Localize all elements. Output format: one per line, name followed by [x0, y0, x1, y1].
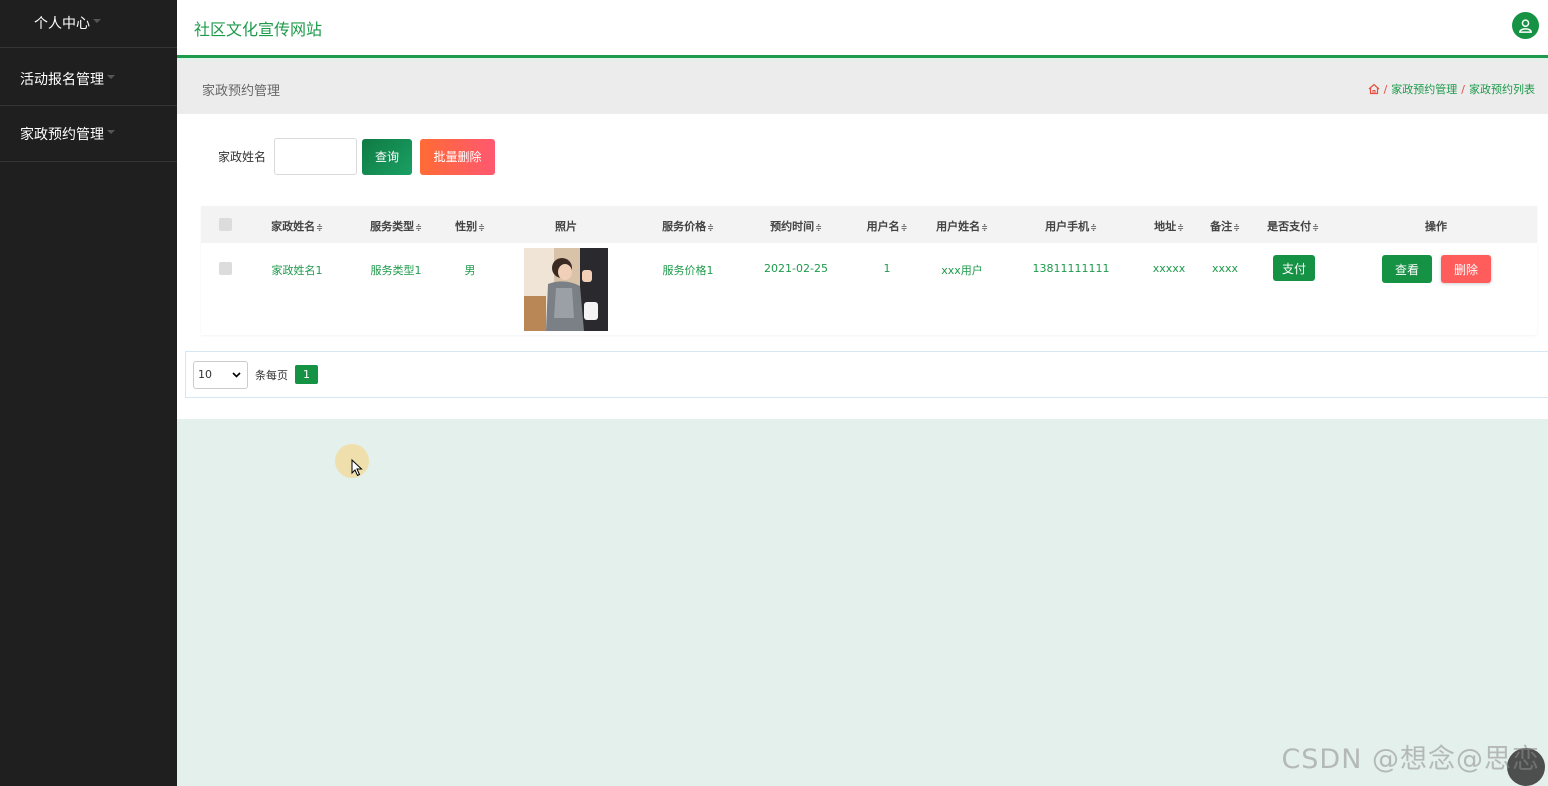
user-menu-button[interactable] [1512, 12, 1539, 39]
breadcrumb-separator: / [1461, 82, 1465, 96]
column-header-actions: 操作 [1425, 220, 1447, 233]
column-header-name[interactable]: 家政姓名≑ [271, 218, 323, 234]
sort-icon: ≑ [1233, 223, 1240, 232]
column-label: 用户姓名 [936, 220, 981, 233]
column-header-phone[interactable]: 用户手机≑ [1045, 218, 1097, 234]
chevron-down-icon [93, 19, 101, 23]
page-size-select[interactable]: 10 [193, 360, 248, 389]
column-label: 服务类型 [370, 220, 415, 233]
sort-icon: ≑ [900, 223, 908, 232]
column-label: 是否支付 [1267, 220, 1312, 233]
column-header-service-type[interactable]: 服务类型≑ [370, 218, 422, 234]
sidebar: 个人中心 活动报名管理 家政预约管理 [0, 0, 177, 786]
name-search-input[interactable] [274, 138, 358, 175]
column-header-time[interactable]: 预约时间≑ [770, 218, 822, 234]
cell-gender: 男 [464, 264, 476, 277]
sort-icon: ≑ [981, 223, 988, 232]
column-label: 用户手机 [1045, 220, 1090, 233]
column-header-price[interactable]: 服务价格≑ [662, 218, 714, 234]
cell-name: 家政姓名1 [271, 264, 323, 277]
column-header-username[interactable]: 用户名≑ [867, 218, 908, 234]
query-button[interactable]: 查询 [362, 138, 413, 175]
sort-icon: ≑ [1090, 223, 1097, 232]
cell-user-realname: xxx用户 [941, 264, 983, 277]
sort-icon: ≑ [478, 223, 485, 232]
cell-price: 服务价格1 [662, 264, 714, 277]
home-icon[interactable] [1368, 83, 1380, 95]
sort-icon: ≑ [415, 223, 422, 232]
site-title: 社区文化宣传网站 [194, 20, 323, 39]
column-header-address[interactable]: 地址≑ [1154, 218, 1184, 234]
user-icon [1519, 19, 1532, 33]
pay-button[interactable]: 支付 [1273, 255, 1315, 281]
sidebar-item-label: 家政预约管理 [20, 126, 104, 143]
column-header-remark[interactable]: 备注≑ [1210, 218, 1240, 234]
sort-icon: ≑ [316, 223, 323, 232]
top-header: 社区文化宣传网站 [177, 0, 1548, 58]
per-page-label: 条每页 [255, 368, 288, 382]
batch-delete-button[interactable]: 批量删除 [420, 138, 496, 175]
cell-address: xxxxx [1152, 262, 1186, 275]
sidebar-item-activity-signup[interactable]: 活动报名管理 [0, 52, 177, 106]
page-number-button[interactable]: 1 [295, 365, 318, 384]
cell-service-type: 服务类型1 [370, 264, 422, 277]
column-label: 性别 [455, 220, 478, 233]
column-header-paid[interactable]: 是否支付≑ [1267, 218, 1319, 234]
breadcrumb-separator: / [1383, 82, 1388, 96]
breadcrumb-item-housekeeping-booking[interactable]: 家政预约管理 [1391, 81, 1457, 97]
cell-phone: 13811111111 [1032, 262, 1110, 275]
pagination: 10 条每页 1 [185, 351, 1548, 398]
delete-button[interactable]: 删除 [1441, 255, 1491, 283]
select-all-checkbox[interactable] [219, 218, 232, 231]
view-button[interactable]: 查看 [1382, 255, 1432, 283]
column-label: 地址 [1154, 220, 1177, 233]
sort-icon: ≑ [1312, 223, 1319, 232]
watermark: CSDN @想念@思恋 [1281, 744, 1540, 775]
table-row: 家政姓名1 服务类型1 男 服务价格1 2021-02-25 1 xxx用户 1… [201, 243, 1537, 335]
column-label: 预约时间 [770, 220, 815, 233]
sort-icon: ≑ [707, 223, 714, 232]
data-table: 家政姓名≑ 服务类型≑ 性别≑ 照片 服务价格≑ 预约时间≑ 用户名≑ 用户姓名… [201, 206, 1537, 335]
column-header-photo: 照片 [555, 220, 577, 233]
housekeeper-photo[interactable] [524, 248, 608, 331]
search-form: 家政姓名 查询 批量删除 [218, 138, 496, 175]
column-label: 家政姓名 [271, 220, 316, 233]
breadcrumb-bar: 家政预约管理 / 家政预约管理 / 家政预约列表 [177, 61, 1548, 114]
sort-icon: ≑ [1177, 223, 1184, 232]
main-panel: 家政姓名 查询 批量删除 家政姓名≑ 服务类型≑ 性别≑ 照片 服务价格≑ 预约… [177, 114, 1548, 419]
column-label: 服务价格 [662, 220, 707, 233]
chevron-down-icon [107, 74, 115, 79]
column-header-gender[interactable]: 性别≑ [455, 218, 485, 234]
cell-time: 2021-02-25 [764, 262, 828, 275]
chevron-down-icon [107, 129, 115, 134]
sidebar-item-label: 活动报名管理 [20, 71, 104, 88]
table-header: 家政姓名≑ 服务类型≑ 性别≑ 照片 服务价格≑ 预约时间≑ 用户名≑ 用户姓名… [201, 206, 1537, 243]
row-checkbox[interactable] [219, 262, 232, 275]
cell-remark: xxxx [1211, 262, 1239, 275]
sidebar-item-personal-center[interactable]: 个人中心 [0, 0, 177, 48]
breadcrumb-item-booking-list: 家政预约列表 [1469, 83, 1535, 96]
cell-username: 1 [883, 262, 891, 275]
page-size-value: 10 [198, 368, 212, 381]
column-label: 备注 [1210, 220, 1233, 233]
column-label: 用户名 [866, 220, 900, 233]
search-label: 家政姓名 [218, 150, 267, 164]
chevron-down-icon [232, 371, 241, 378]
column-header-user-realname[interactable]: 用户姓名≑ [936, 218, 988, 234]
breadcrumb: / 家政预约管理 / 家政预约列表 [1368, 81, 1535, 97]
page-title: 家政预约管理 [202, 84, 281, 99]
sort-icon: ≑ [815, 223, 822, 232]
mouse-cursor-icon [351, 459, 363, 477]
sidebar-item-label: 个人中心 [34, 16, 90, 32]
sidebar-item-housekeeping-booking[interactable]: 家政预约管理 [0, 106, 177, 162]
